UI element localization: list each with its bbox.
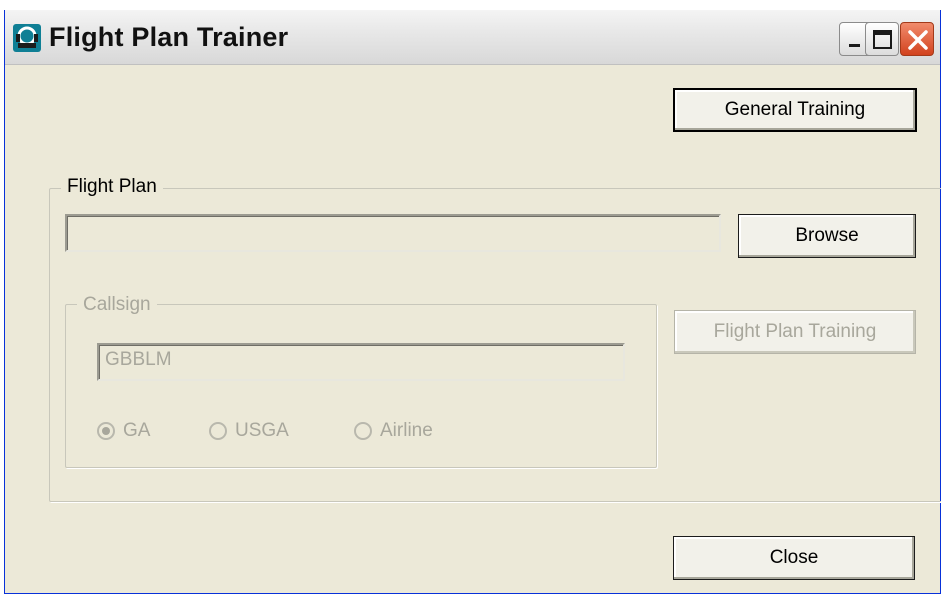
flight-plan-group-label: Flight Plan: [61, 176, 163, 198]
radio-circle: [354, 422, 372, 440]
close-button[interactable]: Close: [673, 536, 915, 580]
close-window-button[interactable]: [900, 22, 934, 56]
flight-plan-trainer-window: Flight Plan Trainer General Training Fli…: [4, 10, 941, 594]
flight-plan-file-field[interactable]: [65, 214, 721, 252]
title-bar[interactable]: Flight Plan Trainer: [5, 10, 940, 65]
close-icon: [908, 30, 928, 50]
maximize-button[interactable]: [865, 22, 899, 56]
general-training-button[interactable]: General Training: [673, 88, 917, 132]
app-icon: [13, 24, 41, 52]
maximize-icon: [873, 30, 892, 49]
callsign-group-label: Callsign: [77, 294, 157, 316]
callsign-input[interactable]: GBBLM: [97, 343, 625, 381]
radio-circle-selected: [97, 422, 115, 440]
radio-ga-label: GA: [123, 420, 151, 441]
radio-airline-label: Airline: [380, 420, 433, 441]
radio-circle: [209, 422, 227, 440]
radio-usga[interactable]: USGA: [209, 420, 289, 442]
radio-airline[interactable]: Airline: [354, 420, 433, 442]
browse-button[interactable]: Browse: [738, 214, 916, 258]
flight-plan-training-button[interactable]: Flight Plan Training: [674, 310, 916, 354]
callsign-group: [65, 304, 657, 468]
radio-ga[interactable]: GA: [97, 420, 150, 442]
window-title: Flight Plan Trainer: [49, 22, 289, 52]
radio-usga-label: USGA: [235, 420, 289, 441]
